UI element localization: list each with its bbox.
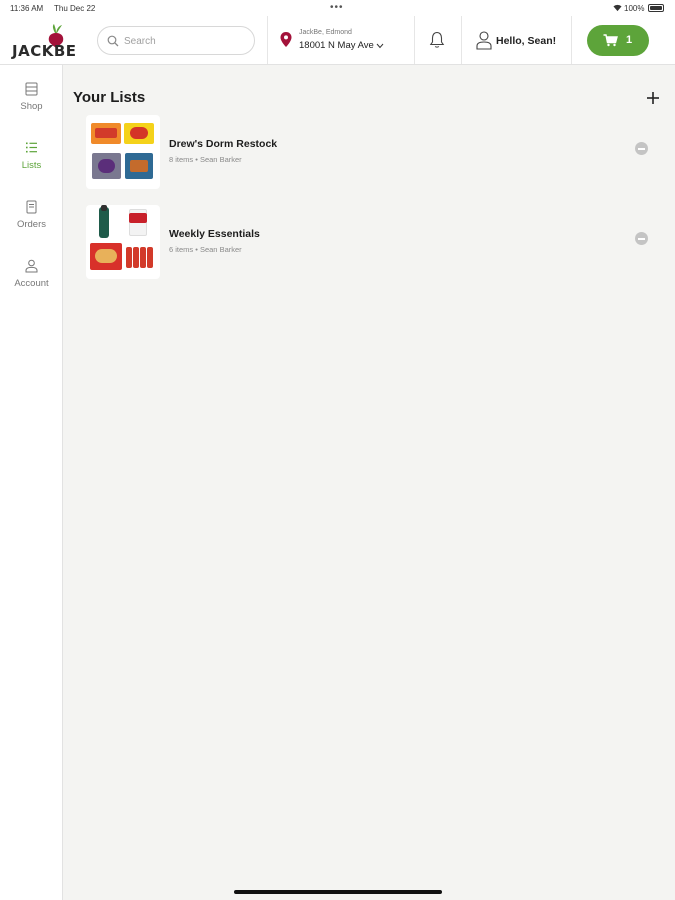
cart-button[interactable]: 1 xyxy=(587,25,649,56)
search-input[interactable] xyxy=(124,32,244,50)
battery-icon xyxy=(648,4,664,12)
app-header: JACKBE JackBe, Edmond 18001 N May Ave He… xyxy=(0,16,675,65)
list-thumbnail xyxy=(86,115,160,189)
product-image-detail xyxy=(130,127,148,139)
product-image-detail xyxy=(101,205,107,211)
product-image xyxy=(140,247,146,268)
list-meta: 6 items • Sean Barker xyxy=(169,245,242,254)
battery-percent: 100% xyxy=(624,4,645,13)
list-name: Drew's Dorm Restock xyxy=(169,138,278,150)
search-icon xyxy=(107,35,119,47)
header-divider xyxy=(267,16,268,64)
product-image-detail xyxy=(95,249,117,263)
store-icon xyxy=(25,82,38,96)
list-meta: 8 items • Sean Barker xyxy=(169,155,242,164)
sidebar-item-label: Orders xyxy=(16,219,47,230)
product-image-detail xyxy=(95,128,117,138)
add-list-plus-icon[interactable] xyxy=(644,89,662,107)
status-bar: 11:36 AM Thu Dec 22 ••• 100% xyxy=(0,0,675,16)
sidebar-item-shop[interactable]: Shop xyxy=(0,82,63,126)
sidebar-item-account[interactable]: Account xyxy=(0,259,63,303)
header-divider xyxy=(571,16,572,64)
user-menu[interactable]: Hello, Sean! xyxy=(476,30,566,52)
product-image xyxy=(126,247,132,268)
product-image xyxy=(147,247,153,268)
sidebar-item-label: Shop xyxy=(20,101,43,112)
multitask-dots[interactable]: ••• xyxy=(330,2,344,13)
store-name: JackBe, Edmond xyxy=(299,29,352,36)
notification-bell-icon[interactable] xyxy=(429,31,445,49)
list-item-dorm-restock[interactable]: Drew's Dorm Restock 8 items • Sean Barke… xyxy=(86,115,656,191)
product-image-detail xyxy=(129,213,147,223)
page-title: Your Lists xyxy=(73,89,146,106)
user-greeting: Hello, Sean! xyxy=(496,35,557,47)
receipt-icon xyxy=(26,200,37,214)
header-divider xyxy=(414,16,415,64)
list-thumbnail xyxy=(86,205,160,279)
lists-panel: Your Lists Drew's Dorm Restock 8 items •… xyxy=(64,65,675,900)
status-date: Thu Dec 22 xyxy=(54,4,96,13)
sidebar-item-label: Account xyxy=(14,278,49,289)
home-indicator[interactable] xyxy=(234,890,442,894)
cart-count: 1 xyxy=(626,34,633,46)
sidebar-nav: Shop Lists Orders Account xyxy=(0,65,63,900)
chevron-down-icon xyxy=(376,43,384,49)
jackbe-logo[interactable]: JACKBE xyxy=(12,24,86,60)
remove-list-button[interactable] xyxy=(635,142,648,155)
store-location-selector[interactable]: JackBe, Edmond 18001 N May Ave xyxy=(280,25,410,57)
product-image-detail xyxy=(98,159,115,173)
product-image-detail xyxy=(130,160,148,172)
sidebar-item-label: Lists xyxy=(21,160,42,171)
remove-list-button[interactable] xyxy=(635,232,648,245)
product-image xyxy=(99,207,109,238)
list-icon xyxy=(26,142,37,153)
product-image xyxy=(133,247,139,268)
search-bar[interactable] xyxy=(97,26,255,55)
store-address: 18001 N May Ave xyxy=(299,40,374,51)
location-pin-icon xyxy=(280,32,292,47)
cart-icon xyxy=(603,34,618,47)
wifi-icon xyxy=(613,4,622,12)
sidebar-item-lists[interactable]: Lists xyxy=(0,141,63,185)
list-item-weekly-essentials[interactable]: Weekly Essentials 6 items • Sean Barker xyxy=(86,205,656,281)
list-name: Weekly Essentials xyxy=(169,228,260,240)
person-icon xyxy=(25,259,38,273)
sidebar-item-orders[interactable]: Orders xyxy=(0,200,63,244)
status-time: 11:36 AM xyxy=(10,4,44,13)
logo-text: JACKBE xyxy=(12,42,77,60)
user-icon xyxy=(476,31,492,50)
header-divider xyxy=(461,16,462,64)
